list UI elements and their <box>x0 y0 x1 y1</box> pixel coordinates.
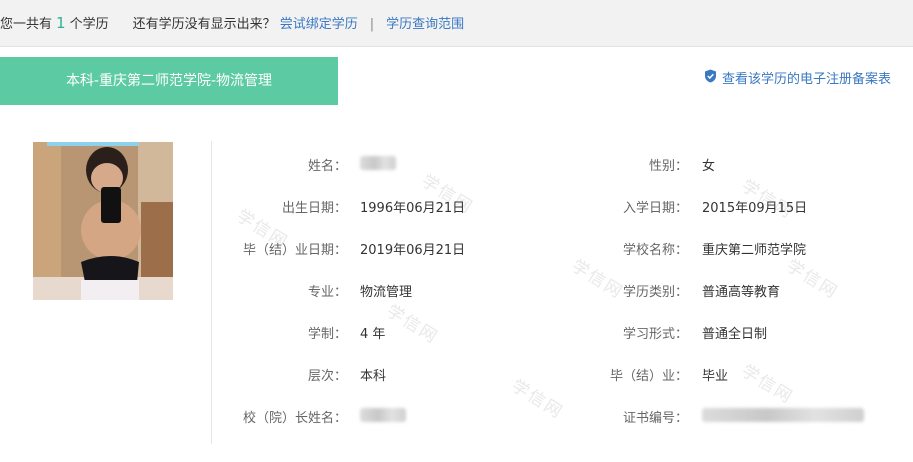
record-title-ribbon: 本科-重庆第二师范学院-物流管理 <box>0 57 338 105</box>
view-registration-form-link[interactable]: 查看该学历的电子注册备案表 <box>704 68 891 87</box>
graduation-date-label: 毕（结）业日期： <box>242 243 347 258</box>
education-type-label: 学历类别： <box>622 285 688 300</box>
school-name-label: 学校名称： <box>622 243 688 258</box>
watermark: 学信网 <box>782 256 842 304</box>
missing-record-question: 还有学历没有显示出来？ <box>132 17 276 32</box>
name-value <box>360 155 396 170</box>
president-name-value <box>360 407 406 422</box>
duration-value: 4 年 <box>360 327 386 342</box>
gender-label: 性别： <box>648 159 688 174</box>
school-name-value: 重庆第二师范学院 <box>702 243 807 258</box>
count-prefix: 您一共有 <box>0 17 53 32</box>
level-label: 层次： <box>307 369 347 384</box>
watermark: 学信网 <box>382 301 442 349</box>
name-value-redacted <box>360 155 396 170</box>
education-type-value: 普通高等教育 <box>702 285 781 300</box>
study-form-label: 学习形式： <box>622 327 688 342</box>
birth-date-label: 出生日期： <box>281 201 347 216</box>
bind-record-link[interactable]: 尝试绑定学历 <box>280 17 358 32</box>
president-name-label: 校（院）长姓名： <box>242 411 347 426</box>
gender-value: 女 <box>702 159 716 174</box>
view-registration-form-label: 查看该学历的电子注册备案表 <box>721 72 891 87</box>
shield-check-icon <box>704 69 717 87</box>
level-value: 本科 <box>360 369 387 384</box>
name-label: 姓名： <box>307 159 347 174</box>
query-scope-link[interactable]: 学历查询范围 <box>386 17 464 32</box>
separator: | <box>369 17 375 32</box>
president-name-redacted <box>360 407 406 422</box>
graduation-date-value: 2019年06月21日 <box>360 243 466 258</box>
photo-top-bar <box>47 142 139 146</box>
birth-date-value: 1996年06月21日 <box>360 201 466 216</box>
count-suffix: 个学历 <box>69 17 109 32</box>
enrollment-date-label: 入学日期： <box>622 201 688 216</box>
certificate-number-label: 证书编号： <box>622 411 688 426</box>
watermark: 学信网 <box>737 361 797 409</box>
duration-label: 学制： <box>307 327 347 342</box>
major-label: 专业： <box>307 285 347 300</box>
certificate-number-value <box>702 407 864 422</box>
major-value: 物流管理 <box>360 285 413 300</box>
top-bar: 您一共有 1 个学历 还有学历没有显示出来？ 尝试绑定学历 | 学历查询范围 <box>0 0 913 47</box>
student-photo <box>33 142 173 300</box>
record-count: 1 <box>56 14 66 32</box>
study-form-value: 普通全日制 <box>702 327 768 342</box>
record-title: 本科-重庆第二师范学院-物流管理 <box>65 73 273 89</box>
enrollment-date-value: 2015年09月15日 <box>702 201 808 216</box>
certificate-number-redacted <box>702 407 864 422</box>
graduation-status-label: 毕（结）业： <box>609 369 688 384</box>
graduation-status-value: 毕业 <box>702 369 729 384</box>
